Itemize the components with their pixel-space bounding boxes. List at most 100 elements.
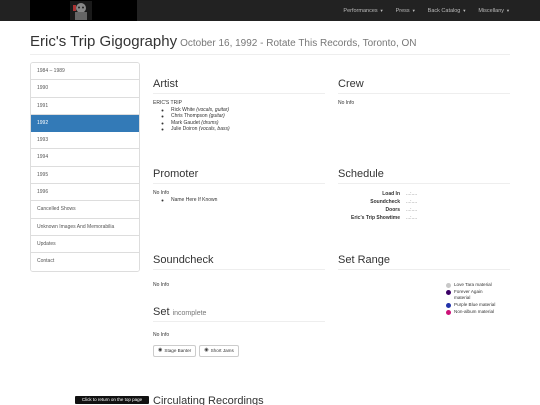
short-jams-button[interactable]: ◉ Short Jams [199, 344, 239, 357]
schedule-value: ...:.... [406, 199, 418, 205]
legend-swatch [446, 282, 451, 288]
sidebar-item-1984-1989[interactable]: 1984 – 1989 [31, 63, 139, 81]
member-role: (drums) [201, 119, 219, 126]
divider [153, 183, 325, 184]
schedule-row: Soundcheck...:.... [338, 198, 417, 206]
member-role: (vocals, bass) [198, 126, 230, 133]
legend-label: Love Tara material [454, 282, 492, 287]
member-item: Rick White (vocals, guitar) [171, 107, 325, 114]
legend-item: Love Tara material [446, 282, 506, 288]
legend-swatch [446, 302, 451, 308]
stage-banter-button[interactable]: ◉ Stage Banter [153, 344, 197, 357]
schedule-label: Doors [385, 207, 400, 213]
member-role: (guitar) [208, 113, 225, 120]
nav-press[interactable]: Press ▼ [390, 0, 422, 21]
page-title-main: Eric's Trip Gigography [30, 33, 178, 50]
sidebar-item-1995[interactable]: 1995 [31, 166, 139, 185]
set-heading: Set incomplete [153, 306, 325, 318]
promoter-item: Name Here If Known [171, 197, 325, 204]
legend-item: Purple Blue material [446, 302, 506, 308]
top-navbar: Performances ▼ Press ▼ Back Catalog ▼ Misce… [0, 0, 540, 21]
member-name: Rick White [171, 106, 195, 113]
set-range-heading: Set Range [338, 254, 390, 266]
divider [30, 54, 510, 55]
nav-label: Performances [343, 8, 378, 14]
circulating-heading: Circulating Recordings [153, 395, 264, 405]
caret-down-icon: ▼ [462, 8, 467, 13]
page-title-subtitle: October 16, 1992 - Rotate This Records, … [180, 38, 417, 49]
legend-item: Forever Again material [446, 289, 506, 301]
circulating-section: Circulating Recordings [153, 395, 403, 405]
member-name: Mark Gaudet [171, 119, 200, 126]
set-buttons: ◉ Stage Banter ◉ Short Jams [153, 344, 325, 357]
sidebar-item-1993[interactable]: 1993 [31, 132, 139, 150]
schedule-label: Eric's Trip Showtime [351, 215, 400, 221]
divider [153, 321, 325, 322]
schedule-row: Eric's Trip Showtime...:.... [338, 214, 417, 222]
year-sidebar: 1984 – 1989 1990 1991 1992 1993 1994 199… [30, 62, 140, 272]
promoter-heading: Promoter [153, 168, 199, 180]
divider [338, 93, 510, 94]
band-name: ERIC'S TRIP [153, 100, 182, 106]
schedule-value: ...:.... [406, 191, 418, 197]
caret-down-icon: ▼ [379, 8, 384, 13]
sidebar-item-1990[interactable]: 1990 [31, 80, 139, 98]
legend-label: Non-album material [454, 309, 495, 314]
legend-swatch [446, 309, 451, 315]
sidebar-item-1994[interactable]: 1994 [31, 149, 139, 167]
member-item: Mark Gaudet (drums) [171, 120, 325, 127]
soundcheck-heading: Soundcheck [153, 254, 214, 266]
back-to-top-button[interactable]: Click to return on the top page [75, 396, 149, 404]
sidebar-item-contact[interactable]: Contact [31, 253, 139, 271]
caret-down-icon: ▼ [506, 8, 510, 13]
divider [338, 183, 510, 184]
legend-label: Forever Again material [454, 289, 483, 300]
schedule-heading: Schedule [338, 168, 384, 180]
band-logo-icon [70, 1, 92, 20]
member-item: Chris Thompson (guitar) [171, 113, 325, 120]
set-heading-text: Set [153, 306, 170, 318]
nav-back-catalog[interactable]: Back Catalog ▼ [422, 0, 473, 21]
promoter-body: No Info Name Here If Known [153, 190, 325, 203]
sidebar-item-cancelled-shows[interactable]: Cancelled Shows [31, 201, 139, 219]
set-section: Set incomplete No Info ◉ Stage Banter ◉ Sh… [153, 306, 325, 357]
soundcheck-text: No Info [153, 282, 170, 288]
promoter-list: Name Here If Known [153, 197, 325, 204]
artist-body: ERIC'S TRIP Rick White (vocals, guitar) … [153, 100, 325, 133]
sidebar-item-1992[interactable]: 1992 [31, 114, 139, 133]
schedule-value: ...:.... [406, 215, 418, 221]
eye-icon: ◉ [204, 347, 209, 354]
brand-logo-link[interactable] [30, 0, 137, 21]
set-status: incomplete [172, 310, 207, 317]
nav-label: Back Catalog [427, 8, 461, 14]
nav-label: Press [395, 8, 410, 14]
page-title: Eric's Trip Gigography October 16, 1992 -… [30, 33, 417, 51]
member-name: Julie Doiron [171, 126, 198, 133]
member-name: Chris Thompson [171, 113, 208, 120]
button-label: Stage Banter [164, 348, 192, 354]
legend-label: Purple Blue material [454, 302, 496, 307]
schedule-section: Schedule Load In...:.... Soundcheck...:.… [338, 168, 510, 222]
member-role: (vocals, guitar) [196, 106, 230, 113]
schedule-label: Load In [382, 191, 400, 197]
caret-down-icon: ▼ [411, 8, 416, 13]
legend-item: Non-album material [446, 309, 506, 315]
set-range-legend: Love Tara material Forever Again materia… [446, 282, 506, 316]
sidebar-item-1996[interactable]: 1996 [31, 184, 139, 202]
crew-heading: Crew [338, 78, 364, 90]
divider [338, 269, 510, 270]
schedule-table: Load In...:.... Soundcheck...:.... Doors… [338, 190, 417, 222]
set-range-section: Set Range [338, 254, 510, 270]
member-item: Julie Doiron (vocals, bass) [171, 126, 325, 133]
divider [153, 269, 325, 270]
divider [153, 93, 325, 94]
sidebar-item-updates[interactable]: Updates [31, 235, 139, 254]
crew-section: Crew No Info [338, 78, 510, 107]
schedule-row: Load In...:.... [338, 190, 417, 198]
nav-menu: Performances ▼ Press ▼ Back Catalog ▼ Misce… [337, 0, 516, 21]
nav-miscellany[interactable]: Miscellany ▼ [472, 0, 516, 21]
nav-performances[interactable]: Performances ▼ [337, 0, 389, 21]
sidebar-item-unknown-images[interactable]: Unknown Images And Memorabilia [31, 218, 139, 236]
sidebar-item-1991[interactable]: 1991 [31, 97, 139, 115]
set-text: No Info [153, 332, 170, 338]
